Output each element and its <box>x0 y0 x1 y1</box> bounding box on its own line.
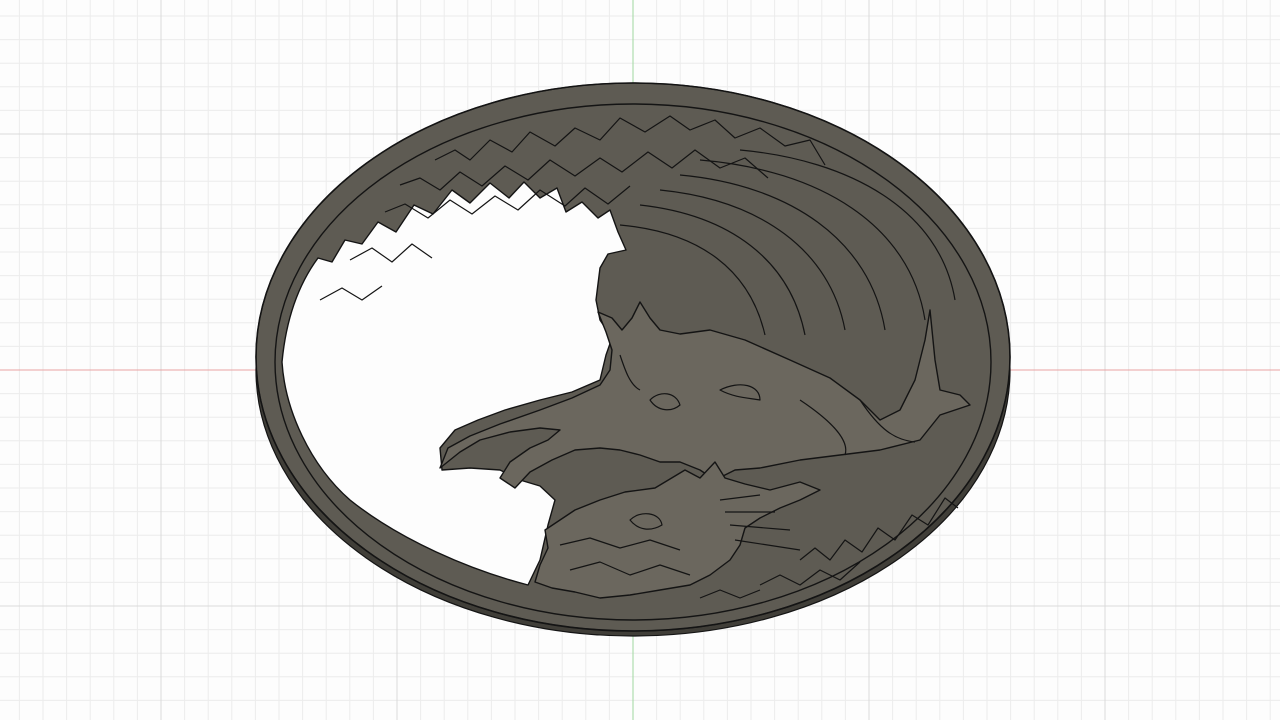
model-medallion[interactable] <box>255 82 1011 637</box>
viewport-scene[interactable] <box>0 0 1280 720</box>
3d-viewport-canvas[interactable] <box>0 0 1280 720</box>
